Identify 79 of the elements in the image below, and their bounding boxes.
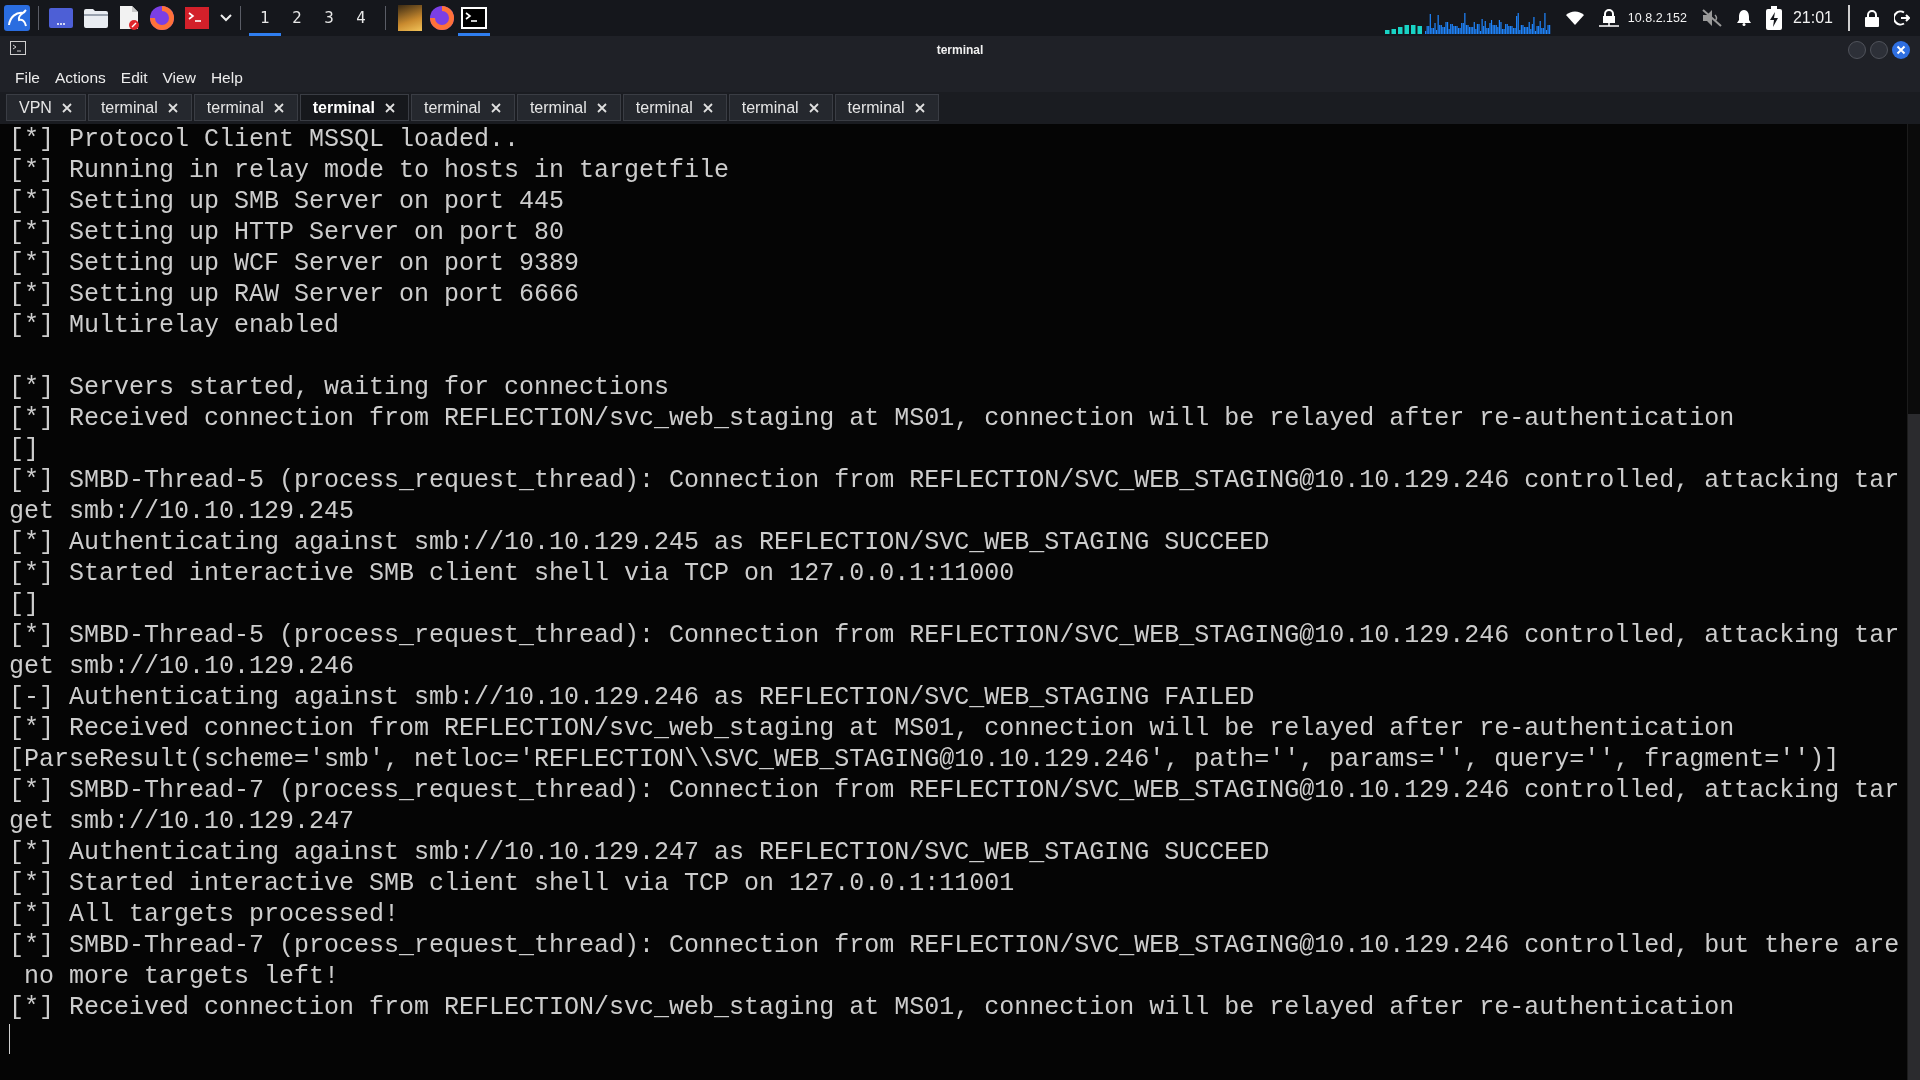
terminal-line: [*] Received connection from REFLECTION/svc_web_staging at MS01, connection will be relayed after re-authentication — [9, 713, 1735, 744]
terminal-line: [*] SMBD-Thread-7 (process_request_thread): Connection from REFLECTION/SVC_WEB_STAGING@10.10.129.246 controlled, attacking tar — [9, 775, 1900, 806]
terminal-line: get smb://10.10.129.245 — [9, 496, 355, 527]
window-title: terminal — [936, 42, 984, 57]
terminal-line: [*] All targets processed! — [9, 899, 400, 930]
terminal-line: [*] Started interactive SMB client shell via TCP on 127.0.0.1:11001 — [9, 868, 1015, 899]
terminal-line: [*] Servers started, waiting for connections — [9, 372, 670, 403]
scrollbar-track[interactable] — [1907, 124, 1920, 1080]
terminal-line: [*] Setting up RAW Server on port 6666 — [9, 279, 580, 310]
folder-icon[interactable] — [84, 8, 108, 28]
network-lock-icon[interactable] — [1598, 9, 1619, 27]
logout-icon[interactable] — [1894, 10, 1910, 26]
workspace-button[interactable]: 2 — [281, 0, 313, 36]
tab[interactable]: VPN — [6, 94, 86, 121]
terminal-line: [*] Setting up WCF Server on port 9389 — [9, 248, 580, 279]
terminal-line: [*] SMBD-Thread-7 (process_request_thread): Connection from REFLECTION/SVC_WEB_STAGING@10.10.129.246 controlled, but there are — [9, 930, 1900, 961]
battery-icon[interactable] — [1765, 6, 1782, 30]
terminal-icon — [10, 40, 26, 55]
tab[interactable]: terminal — [834, 94, 939, 121]
workspace-button[interactable]: 4 — [345, 0, 377, 36]
close-icon[interactable] — [61, 102, 72, 113]
terminal-line: [*] Started interactive SMB client shell via TCP on 127.0.0.1:11000 — [9, 558, 1015, 589]
bell-icon[interactable] — [1736, 10, 1751, 26]
menu-item[interactable]: File — [15, 68, 40, 87]
terminal-line: [*] Running in relay mode to hosts in targetfile — [9, 155, 730, 186]
menu-item[interactable]: Edit — [120, 68, 148, 87]
close-icon[interactable] — [167, 102, 178, 113]
terminal-line: [*] Authenticating against smb://10.10.129.245 as REFLECTION/SVC_WEB_STAGING SUCCEED — [9, 527, 1270, 558]
terminal-line: get smb://10.10.129.246 — [9, 651, 355, 682]
tab[interactable]: terminal — [87, 94, 192, 121]
terminal-line: [-] Authenticating against smb://10.10.129.246 as REFLECTION/SVC_WEB_STAGING FAILED — [9, 682, 1255, 713]
tab[interactable]: terminal — [728, 94, 833, 121]
terminal-line: no more targets left! — [23, 961, 340, 992]
terminal-line: [*] Setting up HTTP Server on port 80 — [9, 217, 565, 248]
tab[interactable]: terminal — [299, 94, 409, 121]
text-cursor — [9, 1023, 10, 1054]
tab[interactable]: terminal — [516, 94, 621, 121]
app-menu-icon[interactable] — [4, 5, 30, 31]
tab[interactable]: terminal — [622, 94, 727, 121]
terminal-line: [*] Received connection from REFLECTION/svc_web_staging at MS01, connection will be relayed after re-authentication — [9, 992, 1735, 1023]
close-icon[interactable] — [702, 102, 713, 113]
terminal-line: [*] Setting up SMB Server on port 445 — [9, 186, 565, 217]
close-icon[interactable] — [384, 102, 395, 113]
terminal-line: [] — [9, 434, 39, 465]
muted-speaker-icon[interactable] — [1701, 9, 1722, 27]
workspace-button[interactable]: 3 — [313, 0, 345, 36]
tab[interactable]: terminal — [193, 94, 298, 121]
browser-icon[interactable] — [150, 6, 174, 30]
close-icon[interactable] — [808, 102, 819, 113]
terminal-line: [*] Protocol Client MSSQL loaded.. — [9, 124, 520, 155]
terminal-line: [*] Multirelay enabled — [9, 310, 340, 341]
tab[interactable]: terminal — [410, 94, 515, 121]
close-icon[interactable] — [273, 102, 284, 113]
close-button[interactable] — [1892, 40, 1910, 59]
terminal-icon[interactable] — [185, 7, 209, 29]
close-icon[interactable] — [596, 102, 607, 113]
terminal-icon — [461, 7, 487, 29]
terminal-line: [] — [9, 589, 39, 620]
menu-item[interactable]: View — [162, 68, 196, 87]
desktop-icon[interactable] — [49, 8, 73, 28]
menu-item[interactable]: Actions — [55, 68, 106, 87]
ip-address: 10.8.2.152 — [1627, 11, 1687, 25]
terminal-line: [*] SMBD-Thread-5 (process_request_thread): Connection from REFLECTION/SVC_WEB_STAGING@10.10.129.246 controlled, attacking tar — [9, 620, 1900, 651]
close-icon[interactable] — [490, 102, 501, 113]
terminal-line: [*] SMBD-Thread-5 (process_request_thread): Connection from REFLECTION/SVC_WEB_STAGING@10.10.129.246 controlled, attacking tar — [9, 465, 1900, 496]
chevron-down-icon[interactable] — [220, 14, 232, 22]
terminal-line: [*] Received connection from REFLECTION/svc_web_staging at MS01, connection will be relayed after re-authentication — [9, 403, 1735, 434]
terminal-line: [*] Authenticating against smb://10.10.129.247 as REFLECTION/SVC_WEB_STAGING SUCCEED — [9, 837, 1270, 868]
close-icon[interactable] — [914, 102, 925, 113]
document-icon[interactable] — [119, 6, 139, 30]
scrollbar-thumb[interactable] — [1908, 414, 1920, 1080]
terminal-line: get smb://10.10.129.247 — [9, 806, 355, 837]
terminal-line: [ParseResult(scheme='smb', netloc='REFLECTION\\SVC_WEB_STAGING@10.10.129.246', path='', params='', query='', fragment='')] — [9, 744, 1840, 775]
clock[interactable]: 21:01 — [1792, 9, 1833, 27]
menu-item[interactable]: Help — [210, 68, 243, 87]
image-thumbnail — [398, 5, 422, 31]
wifi-icon[interactable] — [1565, 11, 1584, 25]
browser-icon — [430, 6, 454, 30]
lock-icon[interactable] — [1865, 9, 1879, 27]
